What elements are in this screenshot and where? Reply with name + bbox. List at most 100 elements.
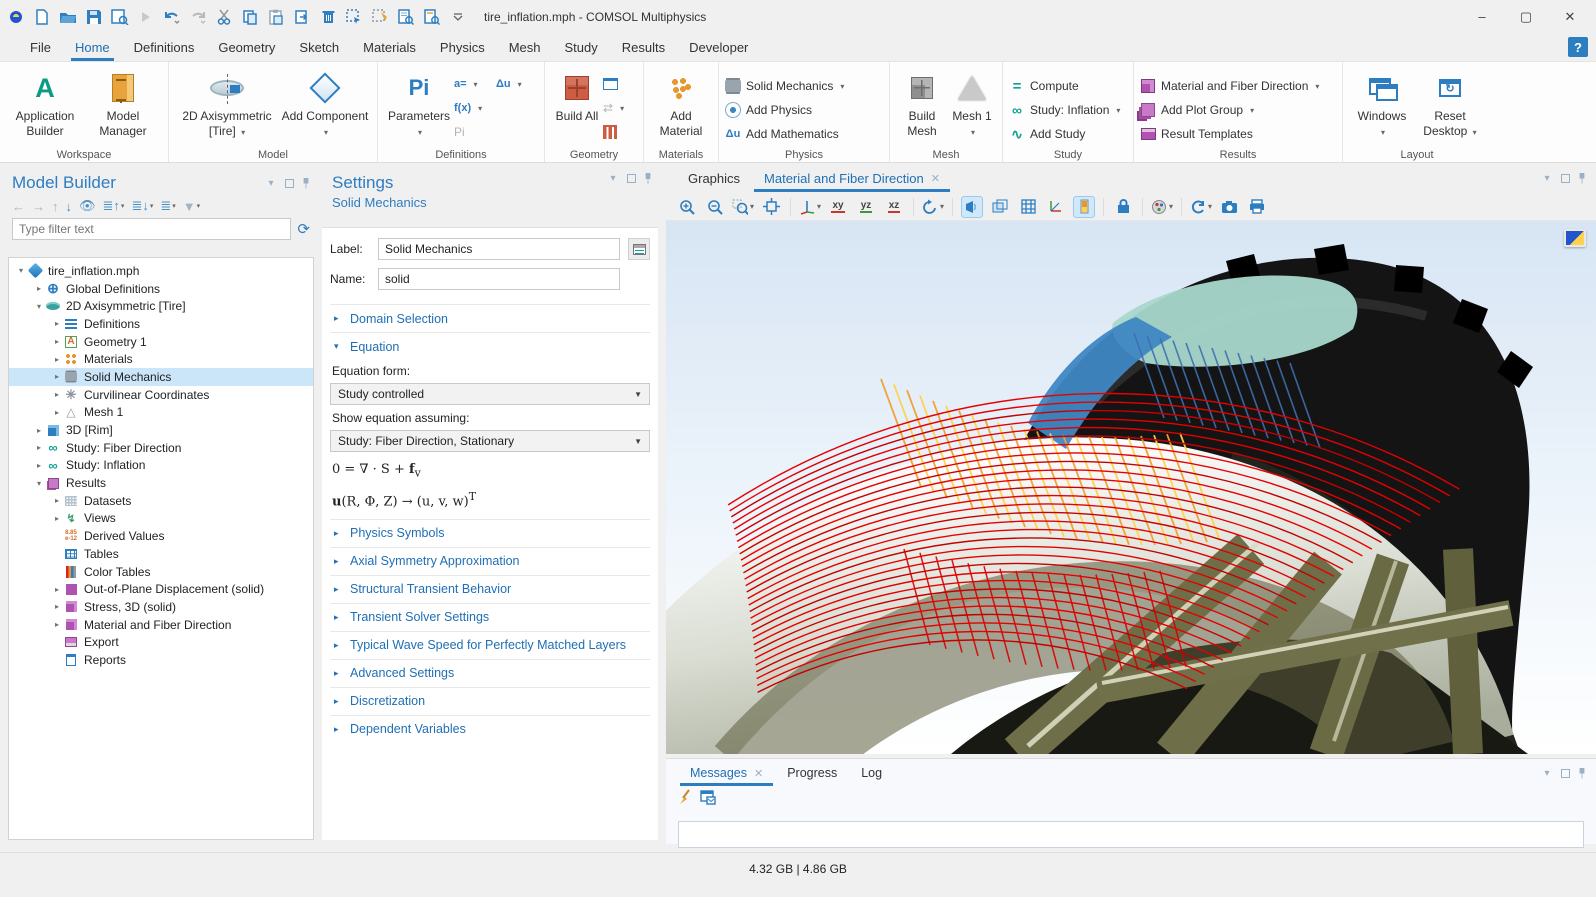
model-manager-button[interactable]: Model Manager bbox=[84, 66, 162, 139]
tab-study[interactable]: Study bbox=[553, 35, 610, 60]
tree-item-mesh1[interactable]: △Mesh 1 bbox=[9, 404, 313, 422]
name-input[interactable] bbox=[378, 268, 620, 290]
zoom-in-icon[interactable] bbox=[676, 196, 698, 218]
study-inflation-button[interactable]: ∞Study: Inflation▾ bbox=[1009, 100, 1127, 120]
remove-details-button[interactable] bbox=[603, 122, 637, 142]
tree-item-reports[interactable]: Reports bbox=[9, 651, 313, 669]
open-messages-window-icon[interactable] bbox=[700, 790, 716, 810]
section-dependent-variables[interactable]: ▸Dependent Variables bbox=[330, 715, 650, 743]
tab-sketch[interactable]: Sketch bbox=[287, 35, 351, 60]
tree-item-out-of-plane-displacement[interactable]: Out-of-Plane Displacement (solid) bbox=[9, 580, 313, 598]
add-study-button[interactable]: ∿Add Study bbox=[1009, 124, 1127, 144]
float-panel-icon[interactable] bbox=[1561, 769, 1570, 778]
axisymmetric-button[interactable]: 2D Axisymmetric [Tire] ▾ bbox=[175, 66, 279, 139]
show-icon[interactable]: 👁 bbox=[79, 198, 96, 214]
add-physics-button[interactable]: Add Physics bbox=[725, 100, 883, 120]
tab-developer[interactable]: Developer bbox=[677, 35, 760, 60]
add-mathematics-button[interactable]: ΔuAdd Mathematics bbox=[725, 124, 883, 144]
add-material-button[interactable]: Add Material bbox=[650, 66, 712, 139]
tree-item-study-fiber-direction[interactable]: ∞Study: Fiber Direction bbox=[9, 439, 313, 457]
move-down-icon[interactable]: ↓ bbox=[66, 199, 73, 214]
update-icon[interactable]: ▾ bbox=[1190, 196, 1212, 218]
filter-icon[interactable]: ▼▾ bbox=[183, 199, 200, 214]
tree-item-derived-values[interactable]: 8.85e-12Derived Values bbox=[9, 527, 313, 545]
save-search-icon[interactable] bbox=[108, 5, 132, 29]
color-palette-icon[interactable]: ▾ bbox=[1151, 196, 1173, 218]
tab-geometry[interactable]: Geometry bbox=[206, 35, 287, 60]
zoom-box-icon[interactable]: ▾ bbox=[732, 196, 754, 218]
maximize-button[interactable]: ▢ bbox=[1504, 2, 1548, 32]
tab-progress[interactable]: Progress bbox=[775, 760, 849, 786]
rename-button[interactable] bbox=[628, 238, 650, 260]
zoom-extents-icon[interactable] bbox=[760, 196, 782, 218]
float-panel-icon[interactable] bbox=[627, 174, 636, 183]
print-icon[interactable] bbox=[1246, 196, 1268, 218]
application-builder-button[interactable]: A Application Builder bbox=[6, 66, 84, 139]
graphics-viewport[interactable] bbox=[666, 221, 1596, 754]
show-equation-select[interactable]: Study: Fiber Direction, Stationary▼ bbox=[330, 430, 650, 452]
functions-button[interactable]: f(x)▾ bbox=[454, 98, 496, 118]
panel-menu-icon[interactable]: ▾ bbox=[265, 178, 277, 189]
tab-graphics[interactable]: Graphics bbox=[676, 165, 752, 192]
run-icon[interactable] bbox=[134, 5, 158, 29]
delete-icon[interactable] bbox=[316, 5, 340, 29]
clear-messages-icon[interactable] bbox=[678, 789, 692, 810]
scene-light-icon[interactable] bbox=[961, 196, 983, 218]
solid-mechanics-ribbon-button[interactable]: Solid Mechanics▾ bbox=[725, 76, 883, 96]
tree-item-global-definitions[interactable]: ⊕Global Definitions bbox=[9, 280, 313, 298]
tree-item-results[interactable]: Results bbox=[9, 474, 313, 492]
panel-menu-icon[interactable]: ▾ bbox=[607, 173, 619, 184]
tab-mesh[interactable]: Mesh bbox=[497, 35, 553, 60]
pin-panel-icon[interactable] bbox=[1578, 768, 1586, 779]
open-file-icon[interactable] bbox=[56, 5, 80, 29]
lock-icon[interactable] bbox=[1112, 196, 1134, 218]
duplicate-icon[interactable] bbox=[290, 5, 314, 29]
add-plot-group-button[interactable]: Add Plot Group▾ bbox=[1140, 100, 1336, 120]
transparency-icon[interactable] bbox=[989, 196, 1011, 218]
minimize-button[interactable]: – bbox=[1460, 2, 1504, 32]
show-axes-icon[interactable] bbox=[1045, 196, 1067, 218]
paste-icon[interactable] bbox=[264, 5, 288, 29]
tab-home[interactable]: Home bbox=[63, 35, 122, 60]
save-icon[interactable] bbox=[82, 5, 106, 29]
material-fiber-direction-ribbon-button[interactable]: Material and Fiber Direction▾ bbox=[1140, 76, 1336, 96]
pin-panel-icon[interactable] bbox=[302, 178, 310, 189]
equation-form-select[interactable]: Study controlled▼ bbox=[330, 383, 650, 405]
panel-menu-icon[interactable]: ▾ bbox=[1541, 768, 1553, 779]
back-icon[interactable]: ← bbox=[12, 199, 25, 214]
find-replace-icon[interactable] bbox=[420, 5, 444, 29]
tree-item-color-tables[interactable]: Color Tables bbox=[9, 563, 313, 581]
refresh-icon[interactable]: ⟳ bbox=[297, 220, 310, 238]
label-input[interactable] bbox=[378, 238, 620, 260]
add-component-button[interactable]: Add Component ▾ bbox=[279, 66, 371, 139]
result-templates-button[interactable]: Result Templates bbox=[1140, 124, 1336, 144]
tree-item-2d-axisymmetric[interactable]: 2D Axisymmetric [Tire] bbox=[9, 297, 313, 315]
tab-log[interactable]: Log bbox=[849, 760, 894, 786]
snapshot-icon[interactable] bbox=[1218, 196, 1240, 218]
find-icon[interactable] bbox=[394, 5, 418, 29]
tree-item-solid-mechanics[interactable]: Solid Mechanics bbox=[9, 368, 313, 386]
view-xz-icon[interactable]: xz bbox=[883, 196, 905, 218]
tab-results[interactable]: Results bbox=[610, 35, 677, 60]
section-advanced[interactable]: ▸Advanced Settings bbox=[330, 659, 650, 687]
tree-item-views[interactable]: ↯Views bbox=[9, 510, 313, 528]
view-xy-icon[interactable]: xy bbox=[827, 196, 849, 218]
go-to-view-icon[interactable]: ▾ bbox=[799, 196, 821, 218]
model-tree-nodes-icon[interactable]: ≣▾ bbox=[160, 198, 175, 214]
filter-input[interactable] bbox=[12, 218, 291, 240]
tab-material-fiber-direction[interactable]: Material and Fiber Direction✕ bbox=[752, 165, 952, 192]
tree-item-stress-3d[interactable]: Stress, 3D (solid) bbox=[9, 598, 313, 616]
panel-menu-icon[interactable]: ▾ bbox=[1541, 173, 1553, 184]
expand-all-icon[interactable]: ≣↓▾ bbox=[131, 198, 153, 214]
tree-item-material-fiber-direction[interactable]: Material and Fiber Direction bbox=[9, 616, 313, 634]
plot-thumbnail-icon[interactable] bbox=[1564, 229, 1586, 247]
forward-icon[interactable]: → bbox=[32, 199, 45, 214]
reset-desktop-button[interactable]: ↻ Reset Desktop ▾ bbox=[1415, 66, 1485, 139]
color-legend-icon[interactable] bbox=[1073, 196, 1095, 218]
help-button[interactable]: ? bbox=[1568, 37, 1588, 57]
compute-button[interactable]: =Compute bbox=[1009, 76, 1127, 96]
tab-physics[interactable]: Physics bbox=[428, 35, 497, 60]
section-wave-speed[interactable]: ▸Typical Wave Speed for Perfectly Matche… bbox=[330, 631, 650, 659]
undo-icon[interactable] bbox=[160, 5, 184, 29]
section-discretization[interactable]: ▸Discretization bbox=[330, 687, 650, 715]
